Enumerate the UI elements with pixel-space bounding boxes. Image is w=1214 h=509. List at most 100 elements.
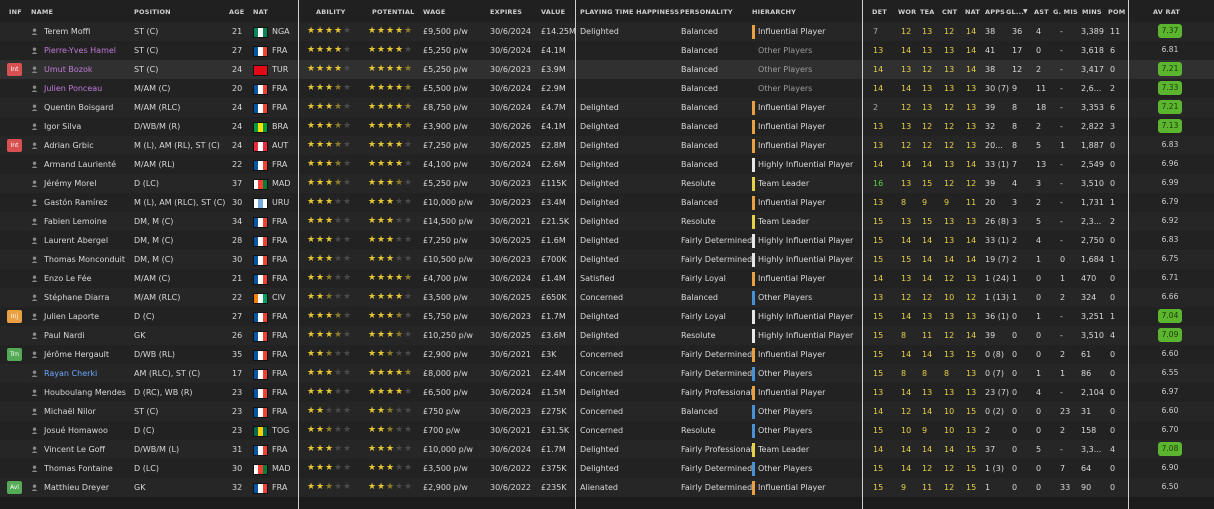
star-icon: ★	[368, 26, 377, 36]
col-personality-header[interactable]: PERSONALITY	[680, 8, 733, 16]
player-name-link[interactable]: Stéphane Diarra	[44, 293, 109, 302]
col-position-header[interactable]: POSITION	[134, 8, 171, 16]
nation-flag-icon	[253, 198, 268, 209]
star-icon: ★	[325, 83, 334, 93]
col-happiness-header[interactable]: PLAYING TIME HAPPINESS	[580, 8, 679, 16]
stat-assists: 0	[1036, 426, 1042, 435]
player-nationality: FRA	[272, 236, 288, 245]
stat-goals: 0	[1012, 483, 1018, 492]
sort-desc-icon[interactable]: ▼	[1023, 8, 1028, 15]
table-row[interactable]: Houboulang Mendes D (RC), WB (R) 23 FRA ★ ★ ★ ★…	[0, 383, 1214, 402]
table-row[interactable]: Michaël Nilor ST (C) 23 FRA ★ ★ ★ ★ ★ ★ ★ ★ ★ ★ £750 p…	[0, 402, 1214, 421]
col-age-header[interactable]: AGE	[229, 8, 244, 16]
table-row[interactable]: Avl Matthieu Dreyer GK 32 FRA ★ ★ ★ ★ ★ ★ ★ ★ ★ ★ £2,90…	[0, 478, 1214, 497]
table-row[interactable]: Terem Moffi ST (C) 21 NGA ★ ★ ★ ★ ★ ★ ★ ★ ★ ★ £9,500 p…	[0, 22, 1214, 41]
table-row[interactable]: Inj Julien Laporte D (C) 27 FRA ★ ★ ★ ★ ★ ★ ★ ★ ★ ★ £5,…	[0, 307, 1214, 326]
player-name-link[interactable]: Jérôme Hergault	[44, 350, 109, 359]
col-inf-header[interactable]: INF	[9, 8, 22, 16]
player-name-link[interactable]: Adrian Grbic	[44, 141, 94, 150]
col-apps-header[interactable]: APPS	[985, 8, 1005, 16]
table-row[interactable]: Julien Ponceau M/AM (C) 20 FRA ★ ★ ★ ★ ★ ★ ★ ★ ★ ★ £5,…	[0, 79, 1214, 98]
stat-assists: 4	[1036, 27, 1042, 36]
col-expires-header[interactable]: EXPIRES	[490, 8, 522, 16]
player-name-link[interactable]: Igor Silva	[44, 122, 81, 131]
player-name-link[interactable]: Laurent Abergel	[44, 236, 108, 245]
col-ability-header[interactable]: ABILITY	[316, 8, 346, 16]
table-row[interactable]: Int Adrian Grbic M (L), AM (RL), ST (C) 24 A…	[0, 136, 1214, 155]
col-mins-header[interactable]: MINS	[1082, 8, 1102, 16]
table-row[interactable]: Armand Laurienté M/AM (RL) 22 FRA ★ ★ ★ ★ ★ ★ ★ ★ ★ ★…	[0, 155, 1214, 174]
player-position: DM, M (C)	[134, 255, 174, 264]
col-hierarchy-header[interactable]: HIERARCHY	[752, 8, 796, 16]
table-row[interactable]: Igor Silva D/WB/M (R) 24 BRA ★ ★ ★ ★ ★ ★ ★ ★ ★ ★ £3,90…	[0, 117, 1214, 136]
attr-concentration: 10	[944, 426, 955, 435]
table-row[interactable]: Rayan Cherki AM (RLC), ST (C) 17 FRA ★ ★ ★ ★ ★ ★ ★…	[0, 364, 1214, 383]
player-age: 22	[232, 293, 243, 302]
player-name-link[interactable]: Thomas Monconduit	[44, 255, 125, 264]
player-name-link[interactable]: Vincent Le Goff	[44, 445, 105, 454]
player-name-link[interactable]: Paul Nardi	[44, 331, 85, 340]
table-row[interactable]: Thomas Monconduit DM, M (C) 30 FRA ★ ★ ★ ★ ★ ★ ★ ★ ★…	[0, 250, 1214, 269]
player-name-link[interactable]: Terem Moffi	[44, 27, 90, 36]
col-nat2-header[interactable]: NAT	[965, 8, 980, 16]
person-icon	[31, 218, 38, 225]
table-row[interactable]: Quentin Boisgard M/AM (RLC) 24 FRA ★ ★ ★ ★ ★ ★ ★ ★ ★…	[0, 98, 1214, 117]
player-name-link[interactable]: Pierre-Yves Hamel	[44, 46, 116, 55]
col-ast-header[interactable]: AST	[1034, 8, 1049, 16]
star-icon: ★	[316, 121, 325, 131]
table-row[interactable]: Thomas Fontaine D (LC) 30 MAD ★ ★ ★ ★ ★ ★ ★ ★ ★ ★ £3,5…	[0, 459, 1214, 478]
table-row[interactable]: Trn Jérôme Hergault D/WB (RL) 35 FRA ★ ★ ★ ★ ★ ★ ★ ★…	[0, 345, 1214, 364]
col-name-header[interactable]: NAME	[31, 8, 53, 16]
table-row[interactable]: Paul Nardi GK 26 FRA ★ ★ ★ ★ ★ ★ ★ ★ ★ ★ £10,250 p/w 30…	[0, 326, 1214, 345]
player-wage: £750 p/w	[423, 407, 461, 416]
player-name-link[interactable]: Armand Laurienté	[44, 160, 116, 169]
col-tea-header[interactable]: TEA	[920, 8, 935, 16]
player-name-link[interactable]: Houboulang Mendes	[44, 388, 126, 397]
player-wage: £5,500 p/w	[423, 84, 468, 93]
table-row[interactable]: Stéphane Diarra M/AM (RLC) 22 CIV ★ ★ ★ ★ ★ ★ ★ ★ ★ ★…	[0, 288, 1214, 307]
player-name-link[interactable]: Julien Ponceau	[44, 84, 102, 93]
player-name-link[interactable]: Julien Laporte	[44, 312, 99, 321]
stat-appearances: 39	[985, 179, 996, 188]
table-row[interactable]: Int Umut Bozok ST (C) 24 TUR ★ ★ ★ ★ ★ ★ ★ ★ ★ ★ £5,250…	[0, 60, 1214, 79]
column-divider	[298, 0, 299, 509]
player-name-link[interactable]: Quentin Boisgard	[44, 103, 113, 112]
player-name-link[interactable]: Matthieu Dreyer	[44, 483, 109, 492]
player-name-link[interactable]: Josué Homawoo	[44, 426, 108, 435]
star-icon: ★	[404, 121, 413, 131]
col-det-header[interactable]: DET	[872, 8, 887, 16]
col-gmis-header[interactable]: G. MIS	[1053, 8, 1078, 16]
table-row[interactable]: Gastón Ramírez M (L), AM (RLC), ST (C) 30 U…	[0, 193, 1214, 212]
col-wor-header[interactable]: WOR	[898, 8, 916, 16]
table-row[interactable]: Jérémy Morel D (LC) 37 MAD ★ ★ ★ ★ ★ ★ ★ ★ ★ ★ £5,250 …	[0, 174, 1214, 193]
col-potential-header[interactable]: POTENTIAL	[372, 8, 414, 16]
player-name-link[interactable]: Umut Bozok	[44, 65, 93, 74]
table-row[interactable]: Vincent Le Goff D/WB/M (L) 31 FRA ★ ★ ★ ★ ★ ★ ★ ★ ★ ★…	[0, 440, 1214, 459]
col-value-header[interactable]: VALUE	[541, 8, 565, 16]
attr-determination: 15	[873, 464, 884, 473]
star-icon: ★	[395, 330, 404, 340]
table-row[interactable]: Laurent Abergel DM, M (C) 28 FRA ★ ★ ★ ★ ★ ★ ★ ★ ★ ★ £…	[0, 231, 1214, 250]
player-name-link[interactable]: Enzo Le Fée	[44, 274, 92, 283]
table-row[interactable]: Josué Homawoo D (C) 23 TOG ★ ★ ★ ★ ★ ★ ★ ★ ★ ★ £700 p/…	[0, 421, 1214, 440]
player-name-link[interactable]: Rayan Cherki	[44, 369, 97, 378]
col-goals-header[interactable]: GL...	[1006, 8, 1024, 16]
table-row[interactable]: Pierre-Yves Hamel ST (C) 27 FRA ★ ★ ★ ★ ★ ★ ★ ★ ★ ★ £5…	[0, 41, 1214, 60]
col-pom-header[interactable]: POM	[1108, 8, 1125, 16]
player-name-link[interactable]: Jérémy Morel	[44, 179, 96, 188]
col-nat-header[interactable]: NAT	[253, 8, 268, 16]
col-cnt-header[interactable]: CNT	[942, 8, 957, 16]
star-icon: ★	[377, 425, 386, 435]
player-name-link[interactable]: Fabien Lemoine	[44, 217, 107, 226]
col-wage-header[interactable]: WAGE	[423, 8, 445, 16]
table-row[interactable]: Enzo Le Fée M/AM (C) 21 FRA ★ ★ ★ ★ ★ ★ ★ ★ ★ ★ £4,700…	[0, 269, 1214, 288]
col-avrat-header[interactable]: AV RAT	[1153, 8, 1180, 16]
player-name-link[interactable]: Gastón Ramírez	[44, 198, 107, 207]
star-icon: ★	[386, 45, 395, 55]
table-row[interactable]: Fabien Lemoine DM, M (C) 34 FRA ★ ★ ★ ★ ★ ★ ★ ★ ★ ★ £1…	[0, 212, 1214, 231]
player-name-link[interactable]: Thomas Fontaine	[44, 464, 113, 473]
stat-goal-mistakes: -	[1060, 103, 1063, 112]
star-icon: ★	[316, 273, 325, 283]
player-name-link[interactable]: Michaël Nilor	[44, 407, 96, 416]
star-icon: ★	[325, 368, 334, 378]
